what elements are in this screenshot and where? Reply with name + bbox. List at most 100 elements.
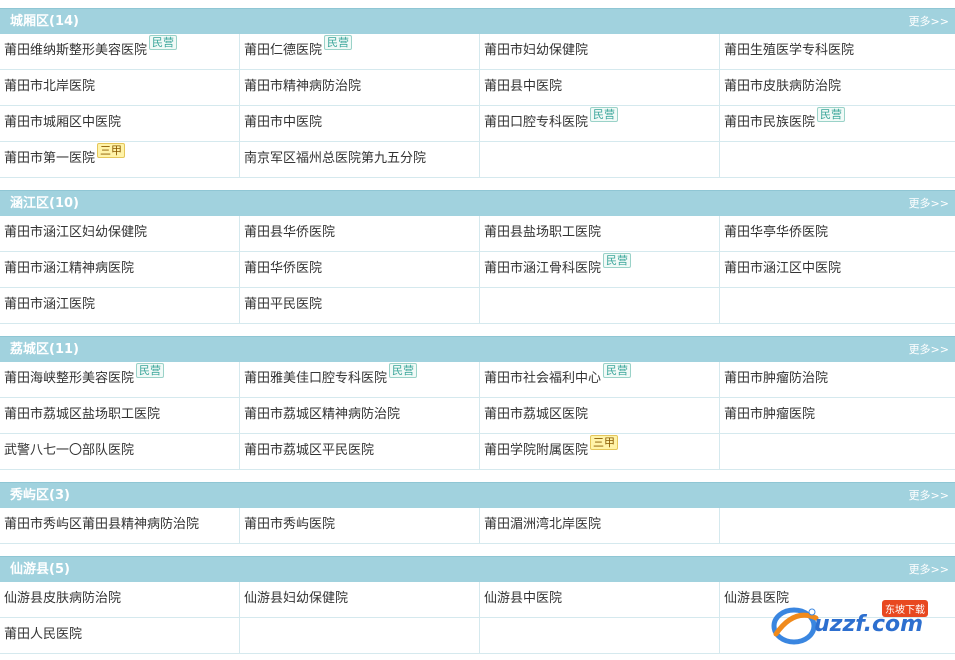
hospital-cell: 莆田生殖医学专科医院 xyxy=(720,34,955,70)
district-section: 秀屿区(3) 更多>> 莆田市秀屿区莆田县精神病防治院 莆田市秀屿医院 莆田湄洲… xyxy=(0,482,955,544)
hospital-link[interactable]: 莆田华侨医院 xyxy=(244,261,322,277)
hospital-grid: 莆田市涵江区妇幼保健院 莆田县华侨医院 莆田县盐场职工医院 莆田华亭华侨医院 莆… xyxy=(0,216,955,324)
hospital-link[interactable]: 莆田雅美佳口腔专科医院民营 xyxy=(244,363,418,387)
hospital-cell: 莆田海峡整形美容医院民营 xyxy=(0,362,240,398)
more-link[interactable]: 更多>> xyxy=(909,489,949,503)
hospital-cell: 莆田学院附属医院三甲 xyxy=(480,434,720,470)
hospital-cell: 仙游县妇幼保健院 xyxy=(240,582,480,618)
hospital-link[interactable]: 仙游县中医院 xyxy=(484,591,562,607)
hospital-cell: 莆田市涵江区妇幼保健院 xyxy=(0,216,240,252)
hospital-link[interactable]: 莆田市第一医院三甲 xyxy=(4,143,126,167)
hospital-cell: 莆田市皮肤病防治院 xyxy=(720,70,955,106)
hospital-link[interactable]: 莆田市肿瘤防治院 xyxy=(724,371,828,387)
hospital-link[interactable]: 莆田学院附属医院三甲 xyxy=(484,435,619,459)
hospital-link[interactable]: 莆田市荔城区精神病防治院 xyxy=(244,407,400,423)
grade-3a-badge: 三甲 xyxy=(590,435,619,450)
hospital-link[interactable]: 仙游县妇幼保健院 xyxy=(244,591,348,607)
more-link[interactable]: 更多>> xyxy=(909,15,949,29)
hospital-link[interactable]: 莆田维纳斯整形美容医院民营 xyxy=(4,35,178,59)
hospital-link[interactable]: 莆田市中医院 xyxy=(244,115,322,131)
section-header: 仙游县(5) 更多>> xyxy=(0,556,955,582)
hospital-cell: 莆田市肿瘤医院 xyxy=(720,398,955,434)
hospital-grid: 莆田维纳斯整形美容医院民营 莆田仁德医院民营 莆田市妇幼保健院 莆田生殖医学专科… xyxy=(0,34,955,178)
more-link[interactable]: 更多>> xyxy=(909,563,949,577)
hospital-link[interactable]: 莆田市涵江精神病医院 xyxy=(4,261,134,277)
hospital-link[interactable]: 莆田市北岸医院 xyxy=(4,79,95,95)
hospital-link[interactable]: 莆田市肿瘤医院 xyxy=(724,407,815,423)
hospital-link[interactable]: 莆田人民医院 xyxy=(4,627,82,643)
hospital-link[interactable]: 南京军区福州总医院第九五分院 xyxy=(244,151,426,167)
hospital-cell: 莆田华侨医院 xyxy=(240,252,480,288)
hospital-cell: 莆田县华侨医院 xyxy=(240,216,480,252)
logo-text: uzzf.com xyxy=(814,612,924,637)
section-title: 秀屿区(3) xyxy=(10,488,70,503)
hospital-link[interactable]: 莆田市荔城区盐场职工医院 xyxy=(4,407,160,423)
private-badge: 民营 xyxy=(590,107,619,122)
hospital-cell: 莆田雅美佳口腔专科医院民营 xyxy=(240,362,480,398)
empty-cell xyxy=(720,142,955,178)
hospital-cell: 莆田市社会福利中心民营 xyxy=(480,362,720,398)
section-header: 涵江区(10) 更多>> xyxy=(0,190,955,216)
hospital-cell: 莆田湄洲湾北岸医院 xyxy=(480,508,720,544)
hospital-link[interactable]: 莆田县华侨医院 xyxy=(244,225,335,241)
section-header: 城厢区(14) 更多>> xyxy=(0,8,955,34)
hospital-link[interactable]: 仙游县皮肤病防治院 xyxy=(4,591,121,607)
empty-cell xyxy=(480,288,720,324)
hospital-cell: 仙游县中医院 xyxy=(480,582,720,618)
hospital-link[interactable]: 莆田市秀屿区莆田县精神病防治院 xyxy=(4,517,199,533)
hospital-link[interactable]: 莆田市皮肤病防治院 xyxy=(724,79,841,95)
hospital-link[interactable]: 莆田市荔城区平民医院 xyxy=(244,443,374,459)
hospital-link[interactable]: 莆田市民族医院民营 xyxy=(724,107,846,131)
private-badge: 民营 xyxy=(603,363,632,378)
private-badge: 民营 xyxy=(324,35,353,50)
hospital-cell: 莆田市荔城区平民医院 xyxy=(240,434,480,470)
hospital-cell: 莆田市荔城区盐场职工医院 xyxy=(0,398,240,434)
hospital-cell: 莆田市涵江区中医院 xyxy=(720,252,955,288)
hospital-link[interactable]: 莆田市荔城区医院 xyxy=(484,407,588,423)
hospital-link[interactable]: 莆田市涵江医院 xyxy=(4,297,95,313)
hospital-link[interactable]: 莆田市涵江骨科医院民营 xyxy=(484,253,632,277)
empty-cell xyxy=(720,288,955,324)
hospital-link[interactable]: 莆田生殖医学专科医院 xyxy=(724,43,854,59)
district-section: 城厢区(14) 更多>> 莆田维纳斯整形美容医院民营 莆田仁德医院民营 莆田市妇… xyxy=(0,8,955,178)
private-badge: 民营 xyxy=(389,363,418,378)
hospital-cell: 莆田市涵江精神病医院 xyxy=(0,252,240,288)
private-badge: 民营 xyxy=(817,107,846,122)
site-watermark-logo: 东坡下载 uzzf.com xyxy=(766,598,952,650)
hospital-cell: 莆田仁德医院民营 xyxy=(240,34,480,70)
hospital-link[interactable]: 莆田海峡整形美容医院民营 xyxy=(4,363,165,387)
hospital-link[interactable]: 莆田市社会福利中心民营 xyxy=(484,363,632,387)
private-badge: 民营 xyxy=(149,35,178,50)
section-header: 荔城区(11) 更多>> xyxy=(0,336,955,362)
hospital-link[interactable]: 莆田湄洲湾北岸医院 xyxy=(484,517,601,533)
hospital-link[interactable]: 莆田县盐场职工医院 xyxy=(484,225,601,241)
hospital-link[interactable]: 莆田华亭华侨医院 xyxy=(724,225,828,241)
hospital-cell: 南京军区福州总医院第九五分院 xyxy=(240,142,480,178)
hospital-cell: 莆田市第一医院三甲 xyxy=(0,142,240,178)
hospital-link[interactable]: 莆田市秀屿医院 xyxy=(244,517,335,533)
more-link[interactable]: 更多>> xyxy=(909,343,949,357)
hospital-link[interactable]: 莆田县中医院 xyxy=(484,79,562,95)
hospital-directory: 城厢区(14) 更多>> 莆田维纳斯整形美容医院民营 莆田仁德医院民营 莆田市妇… xyxy=(0,0,955,660)
hospital-cell: 莆田市北岸医院 xyxy=(0,70,240,106)
hospital-link[interactable]: 莆田市涵江区中医院 xyxy=(724,261,841,277)
hospital-cell: 莆田市荔城区精神病防治院 xyxy=(240,398,480,434)
hospital-link[interactable]: 莆田口腔专科医院民营 xyxy=(484,107,619,131)
hospital-cell: 莆田维纳斯整形美容医院民营 xyxy=(0,34,240,70)
hospital-link[interactable]: 莆田市妇幼保健院 xyxy=(484,43,588,59)
hospital-cell: 莆田市秀屿区莆田县精神病防治院 xyxy=(0,508,240,544)
hospital-link[interactable]: 莆田仁德医院民营 xyxy=(244,35,353,59)
hospital-cell: 莆田人民医院 xyxy=(0,618,240,654)
hospital-cell: 莆田市肿瘤防治院 xyxy=(720,362,955,398)
hospital-cell: 莆田市城厢区中医院 xyxy=(0,106,240,142)
hospital-cell: 莆田市涵江医院 xyxy=(0,288,240,324)
hospital-link[interactable]: 莆田市城厢区中医院 xyxy=(4,115,121,131)
hospital-link[interactable]: 莆田平民医院 xyxy=(244,297,322,313)
hospital-link[interactable]: 武警八七一〇部队医院 xyxy=(4,443,134,459)
more-link[interactable]: 更多>> xyxy=(909,197,949,211)
hospital-link[interactable]: 莆田市涵江区妇幼保健院 xyxy=(4,225,147,241)
hospital-link[interactable]: 莆田市精神病防治院 xyxy=(244,79,361,95)
hospital-cell: 莆田县盐场职工医院 xyxy=(480,216,720,252)
empty-cell xyxy=(720,508,955,544)
hospital-cell: 莆田市民族医院民营 xyxy=(720,106,955,142)
